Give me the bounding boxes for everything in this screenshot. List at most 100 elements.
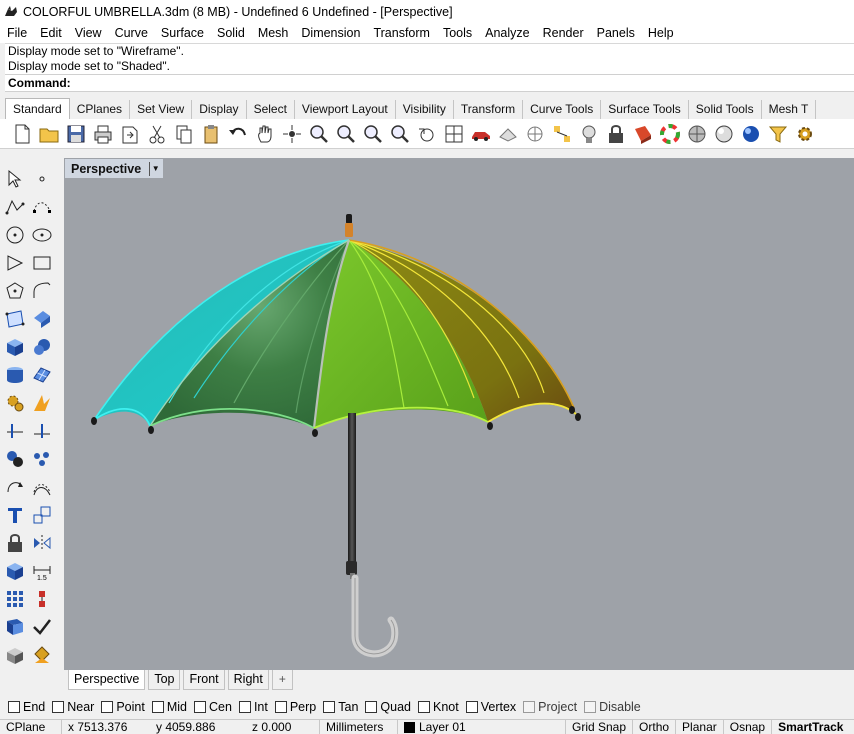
osnap-perp[interactable]: Perp [274,700,316,714]
osnap-end[interactable]: End [8,700,45,714]
units-indicator[interactable]: Millimeters [320,720,398,734]
four-viewports-icon[interactable] [440,121,467,147]
light-bulb-icon[interactable] [575,121,602,147]
zoom-window-icon[interactable] [332,121,359,147]
open-icon[interactable] [35,121,62,147]
zoom-dynamic-icon[interactable] [305,121,332,147]
add-view-tab-icon[interactable]: + [271,670,293,690]
tab-mesh-t[interactable]: Mesh T [762,100,817,119]
command-input[interactable] [73,75,854,91]
block-icon[interactable] [2,530,28,556]
menu-render[interactable]: Render [536,23,590,43]
undo-icon[interactable] [224,121,251,147]
view-tab-front[interactable]: Front [183,670,225,690]
tab-solid-tools[interactable]: Solid Tools [689,100,762,119]
tab-visibility[interactable]: Visibility [396,100,454,119]
menu-solid[interactable]: Solid [210,23,251,43]
align-icon[interactable] [29,586,55,612]
rectangle-icon[interactable] [29,250,55,276]
split-icon[interactable] [29,418,55,444]
circle-icon[interactable] [2,222,28,248]
rotate-curve-icon[interactable] [2,474,28,500]
rotate-view-icon[interactable] [278,121,305,147]
osnap-checkbox[interactable] [274,701,287,713]
car-render-icon[interactable] [467,121,494,147]
rendered-sphere-icon[interactable] [710,121,737,147]
blue-sphere-icon[interactable] [737,121,764,147]
tab-viewport-layout[interactable]: Viewport Layout [295,100,396,119]
view-tab-right[interactable]: Right [227,670,269,690]
osnap-mid[interactable]: Mid [151,700,187,714]
pan-hand-icon[interactable] [251,121,278,147]
cylinder-icon[interactable] [2,362,28,388]
planar-toggle[interactable]: Planar [676,720,724,734]
osnap-checkbox[interactable] [418,701,430,713]
view-tab-top[interactable]: Top [148,670,181,690]
array-icon[interactable] [2,586,28,612]
copy-icon[interactable] [170,121,197,147]
osnap-checkbox[interactable] [52,701,65,713]
named-views-icon[interactable] [494,121,521,147]
check-icon[interactable] [29,614,55,640]
import-icon[interactable] [116,121,143,147]
viewport-perspective[interactable]: Perspective ▼ [64,158,854,670]
mesh-plane-icon[interactable] [29,362,55,388]
osnap-checkbox[interactable] [101,701,114,713]
render-cube-icon[interactable] [2,642,28,668]
settings-gear-icon[interactable] [791,121,818,147]
cube-view-icon[interactable] [2,558,28,584]
menu-analyze[interactable]: Analyze [478,23,535,43]
sphere-icon[interactable] [29,334,55,360]
tab-standard[interactable]: Standard [5,98,70,119]
osnap-point[interactable]: Point [101,700,145,714]
curve-points-icon[interactable] [29,194,55,220]
menu-transform[interactable]: Transform [366,23,436,43]
osnap-knot[interactable]: Knot [418,700,459,714]
print-icon[interactable] [89,121,116,147]
tab-set-view[interactable]: Set View [130,100,193,119]
undo-view-icon[interactable] [413,121,440,147]
trim-icon[interactable] [2,418,28,444]
osnap-checkbox[interactable] [584,701,597,713]
analyze-icon[interactable] [2,614,28,640]
extrude-surface-icon[interactable] [29,306,55,332]
boolean-spark-icon[interactable] [29,390,55,416]
arc-icon[interactable] [2,250,28,276]
select-points-icon[interactable] [548,121,575,147]
dimension-icon[interactable]: 1.5 [29,558,55,584]
osnap-checkbox[interactable] [8,701,20,713]
new-file-icon[interactable] [8,121,35,147]
viewport-menu-arrow-icon[interactable]: ▼ [149,161,160,176]
osnap-checkbox[interactable] [323,701,336,713]
menu-file[interactable]: File [0,23,33,43]
osnap-project[interactable]: Project [523,700,577,714]
fillet-curve-icon[interactable] [29,278,55,304]
point-icon[interactable] [29,166,55,192]
osnap-checkbox[interactable] [365,701,378,713]
menu-mesh[interactable]: Mesh [251,23,295,43]
menu-panels[interactable]: Panels [590,23,641,43]
polygon-icon[interactable] [2,278,28,304]
points-cloud-icon[interactable] [29,446,55,472]
menu-dimension[interactable]: Dimension [294,23,366,43]
tab-select[interactable]: Select [247,100,295,119]
osnap-near[interactable]: Near [52,700,94,714]
osnap-checkbox[interactable] [151,701,164,713]
ortho-toggle[interactable]: Ortho [633,720,677,734]
osnap-toggle[interactable]: Osnap [724,720,773,734]
object-snap-icon[interactable] [521,121,548,147]
menu-help[interactable]: Help [641,23,680,43]
layer-indicator[interactable]: Layer 01 [398,720,566,734]
tab-surface-tools[interactable]: Surface Tools [601,100,689,119]
osnap-checkbox[interactable] [194,701,206,713]
tab-transform[interactable]: Transform [454,100,524,119]
osnap-checkbox[interactable] [523,701,536,713]
tab-curve-tools[interactable]: Curve Tools [523,100,602,119]
offset-curve-icon[interactable] [29,474,55,500]
filter-icon[interactable] [764,121,791,147]
mirror-icon[interactable] [29,530,55,556]
osnap-checkbox[interactable] [238,701,251,713]
polyline-icon[interactable] [2,194,28,220]
paint-bucket-icon[interactable] [29,642,55,668]
lock-icon[interactable] [602,121,629,147]
